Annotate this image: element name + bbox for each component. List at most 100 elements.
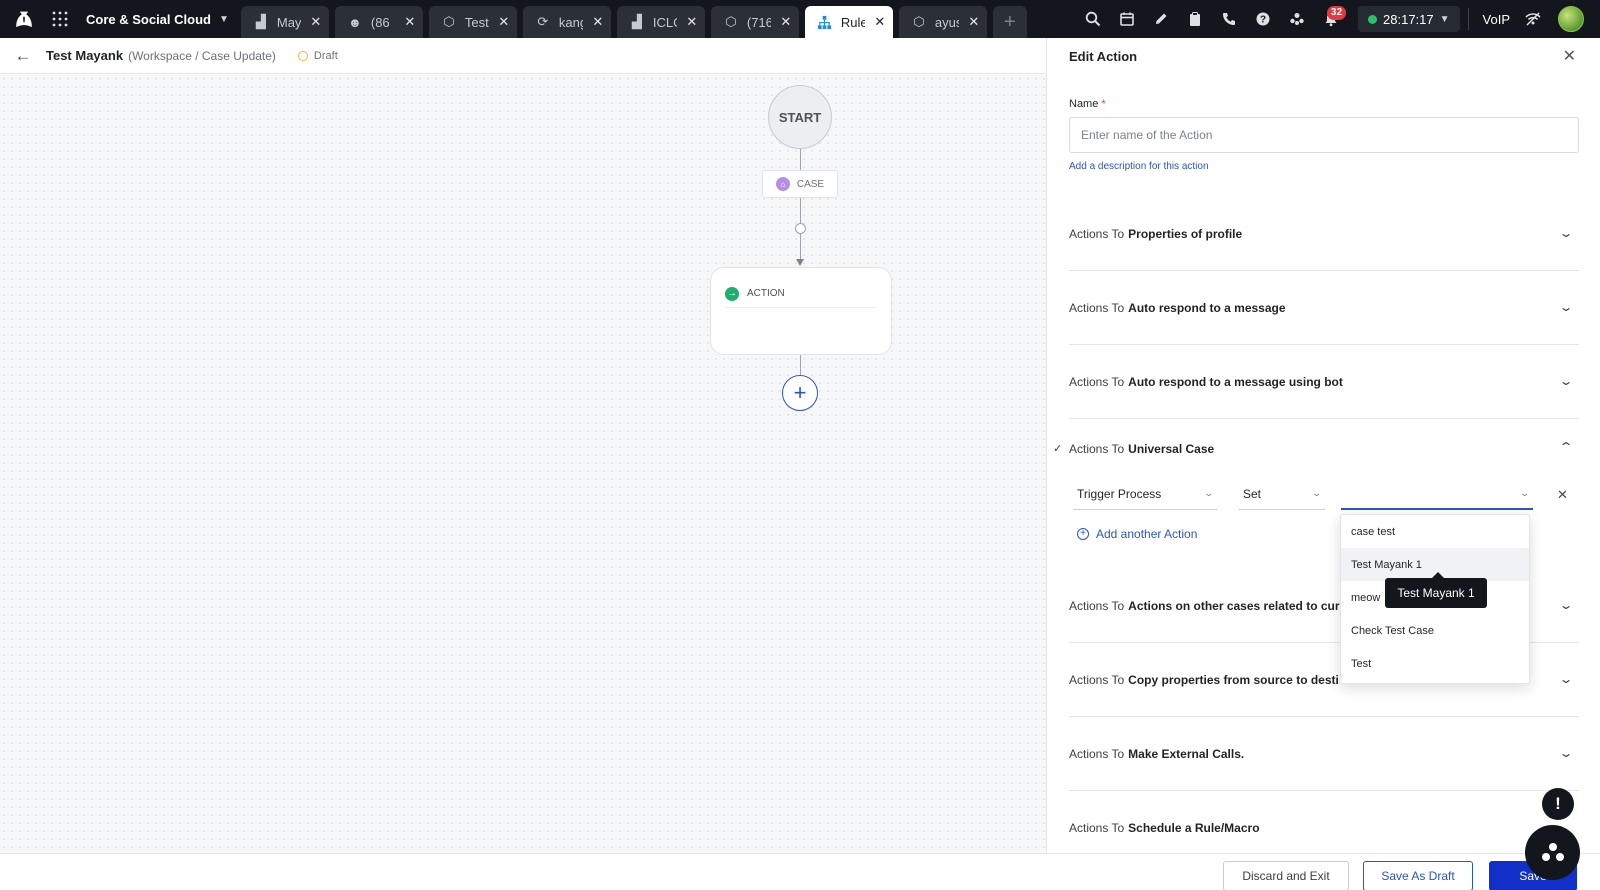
chevron-down-icon[interactable]: ⌄: [1558, 746, 1573, 760]
action-node-label: ACTION: [747, 288, 785, 299]
remove-row-icon[interactable]: ✕: [1557, 487, 1568, 503]
add-node-button[interactable]: +: [782, 375, 818, 411]
chart-icon: ▟: [631, 14, 642, 29]
add-tab-button[interactable]: +: [992, 6, 1027, 38]
case-icon: ⌂: [775, 177, 790, 191]
notification-badge: 32: [1326, 6, 1347, 20]
divider: [1467, 8, 1469, 30]
tab-kang[interactable]: ⟳ kang ✕: [522, 6, 611, 38]
section-prefix: Actions To: [1069, 821, 1125, 835]
dropdown-option[interactable]: Check Test Case: [1341, 614, 1529, 647]
close-tab-icon[interactable]: ✕: [967, 14, 981, 30]
user-icon: ☻: [348, 14, 362, 30]
clipboard-icon[interactable]: [1178, 0, 1212, 38]
calendar-icon[interactable]: [1110, 0, 1144, 38]
section-name: Schedule a Rule/Macro: [1128, 821, 1260, 835]
pencil-icon[interactable]: [1144, 0, 1178, 38]
section-prefix: Actions To: [1069, 375, 1125, 389]
add-description-link[interactable]: Add a description for this action: [1069, 161, 1209, 172]
action-name-input[interactable]: [1069, 117, 1579, 153]
tab-716[interactable]: ⬡ (716) ✕: [710, 6, 799, 38]
tab-maya[interactable]: ▟ Maya ✕: [240, 6, 329, 38]
cube-icon: ⬡: [913, 14, 925, 29]
tab-label: ICLC: [652, 14, 677, 30]
search-icon[interactable]: [1076, 0, 1110, 38]
field-select[interactable]: Trigger Process ⌄: [1073, 478, 1217, 510]
section-name: Universal Case: [1128, 442, 1215, 456]
tab-label: Maya: [276, 14, 301, 30]
case-node[interactable]: ⌂ CASE: [762, 170, 838, 198]
close-tab-icon[interactable]: ✕: [685, 14, 699, 30]
chevron-up-icon[interactable]: ⌃: [1558, 440, 1573, 454]
start-node[interactable]: START: [768, 85, 832, 149]
notification-bell-icon[interactable]: 32: [1314, 0, 1348, 38]
section-prefix: Actions To: [1069, 599, 1125, 613]
voip-label[interactable]: VoIP: [1477, 12, 1516, 27]
chevron-down-icon[interactable]: ⌄: [1558, 672, 1573, 686]
dropdown-option[interactable]: Test: [1341, 647, 1529, 680]
section-properties-of-profile[interactable]: Actions To Properties of profile ⌄: [1069, 197, 1579, 271]
alert-icon[interactable]: !: [1542, 788, 1574, 820]
tab-test[interactable]: ⬡ Test ✕: [428, 6, 517, 38]
chevron-down-icon: ▼: [1439, 13, 1450, 25]
save-as-draft-button[interactable]: Save As Draft: [1363, 861, 1473, 890]
close-tab-icon[interactable]: ✕: [779, 14, 793, 30]
section-header: Actions To Copy properties from source to…: [1069, 643, 1339, 717]
tab-strip: ▟ Maya ✕ ☻ (86 ✕ ⬡ Test ✕ ⟳ kang ✕ ▟ ICL…: [240, 0, 1027, 38]
arrow-right-circle-icon: →: [725, 286, 739, 301]
close-tab-icon[interactable]: ✕: [873, 14, 887, 30]
connector-line: [800, 149, 801, 170]
section-auto-respond[interactable]: Actions To Auto respond to a message ⌄: [1069, 271, 1579, 345]
operator-select[interactable]: Set ⌄: [1239, 478, 1325, 510]
app-switcher[interactable]: Core & Social Cloud ▼: [78, 0, 241, 38]
sprinklr-logo-icon[interactable]: [0, 0, 48, 38]
action-node-header: → ACTION: [725, 280, 877, 308]
section-prefix: Actions To: [1069, 747, 1125, 761]
back-arrow-icon[interactable]: ←: [0, 38, 46, 74]
assistant-bot-icon[interactable]: [1525, 825, 1580, 880]
status-badge: Draft: [297, 50, 338, 62]
chevron-down-icon[interactable]: ⌄: [1558, 300, 1573, 314]
close-icon[interactable]: ✕: [1563, 46, 1576, 66]
community-icon[interactable]: [1280, 0, 1314, 38]
close-tab-icon[interactable]: ✕: [309, 14, 323, 30]
close-tab-icon[interactable]: ✕: [403, 14, 417, 30]
tab-iclc[interactable]: ▟ ICLC ✕: [616, 6, 705, 38]
section-name: Auto respond to a message using bot: [1128, 375, 1343, 389]
wifi-off-icon[interactable]: [1516, 0, 1550, 38]
app-launcher-icon[interactable]: [48, 0, 72, 38]
close-tab-icon[interactable]: ✕: [591, 14, 605, 30]
availability-timer[interactable]: 28:17:17 ▼: [1358, 6, 1460, 32]
section-schedule-rule[interactable]: Actions To Schedule a Rule/Macro: [1069, 791, 1579, 853]
chevron-down-icon[interactable]: ⌄: [1558, 598, 1573, 612]
chevron-down-icon: ⌄: [1203, 488, 1215, 498]
user-avatar[interactable]: [1558, 6, 1584, 32]
tab-label: kang: [558, 14, 583, 30]
value-select[interactable]: ⌄: [1341, 478, 1533, 510]
section-header[interactable]: Actions To Universal Case: [1069, 442, 1214, 456]
section-prefix: Actions To: [1069, 442, 1125, 456]
rule-builder-canvas[interactable]: START ⌂ CASE → ACTION +: [0, 75, 1046, 853]
edit-action-panel: Edit Action ✕ Name* Add a description fo…: [1046, 38, 1600, 853]
add-action-label: Add another Action: [1096, 527, 1198, 541]
connector-point[interactable]: [795, 223, 806, 234]
hierarchy-icon: [817, 14, 833, 30]
section-name: Make External Calls.: [1128, 747, 1245, 761]
tab-rule[interactable]: Rule ✕: [804, 6, 893, 38]
help-icon[interactable]: ?: [1246, 0, 1280, 38]
tab-86[interactable]: ☻ (86 ✕: [334, 6, 423, 38]
phone-icon[interactable]: [1212, 0, 1246, 38]
add-another-action-button[interactable]: + Add another Action: [1077, 527, 1197, 541]
section-auto-respond-bot[interactable]: Actions To Auto respond to a message usin…: [1069, 345, 1579, 419]
action-node[interactable]: → ACTION: [710, 267, 892, 355]
chevron-down-icon[interactable]: ⌄: [1558, 374, 1573, 388]
section-name: Auto respond to a message: [1128, 301, 1286, 315]
close-tab-icon[interactable]: ✕: [497, 14, 511, 30]
name-field-label: Name *: [1069, 98, 1106, 110]
discard-and-exit-button[interactable]: Discard and Exit: [1223, 861, 1349, 890]
tab-ayus[interactable]: ⬡ ayus ✕: [898, 6, 987, 38]
chevron-down-icon[interactable]: ⌄: [1558, 226, 1573, 240]
dropdown-option[interactable]: case test: [1341, 515, 1529, 548]
section-external-calls[interactable]: Actions To Make External Calls. ⌄: [1069, 717, 1579, 791]
section-name: Actions on other cases related to cur: [1128, 599, 1340, 613]
